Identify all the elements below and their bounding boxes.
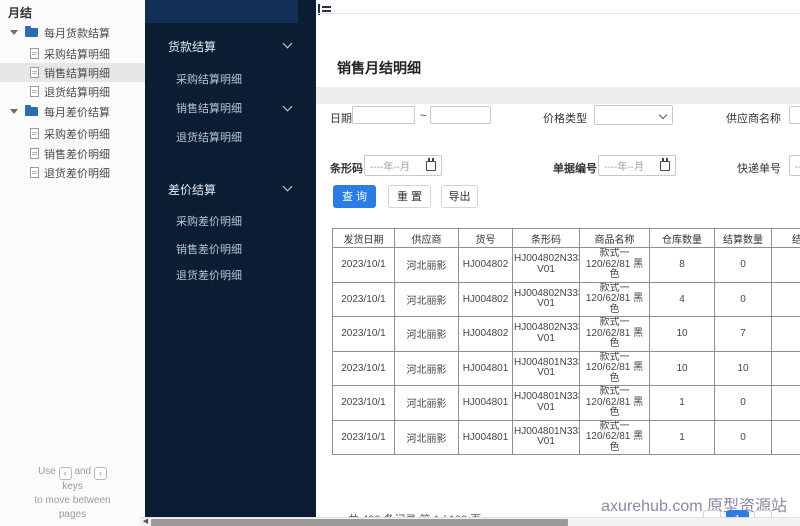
col-product-name: 商品名称 xyxy=(579,228,650,248)
tree-expand-icon[interactable] xyxy=(10,109,18,114)
date-range-separator: ~ xyxy=(420,110,427,122)
topbar-divider xyxy=(316,13,800,14)
document-icon xyxy=(30,67,39,78)
table-row[interactable]: 2023/10/1 河北丽影 HJ004801 HJ004801N333 V01 … xyxy=(332,350,800,386)
tree-item-label: 退货差价明细 xyxy=(44,167,110,180)
date-label: 日期 xyxy=(330,113,352,125)
nav-sidebar: 货款结算 采购结算明细 销售结算明细 退货结算明细 差价结算 采购差价明细 销售… xyxy=(145,0,316,526)
keyboard-navigation-hint: Use ‹ and › keys to move between pages xyxy=(34,466,111,520)
chevron-down-icon xyxy=(658,110,668,120)
col-item-no: 货号 xyxy=(458,228,513,248)
express-no-month-input[interactable]: ----年--月 xyxy=(789,155,800,176)
tree-item-label: 退货结算明细 xyxy=(44,86,110,99)
document-icon xyxy=(30,128,39,139)
table-row[interactable]: 2023/10/1 河北丽影 HJ004802 HJ004802N333 V01 … xyxy=(332,281,800,317)
date-to-input[interactable] xyxy=(430,106,491,124)
tree-item-label: 每月差价结算 xyxy=(44,106,110,119)
nav-item-purchase-settlement-detail[interactable]: 采购结算明细 xyxy=(176,71,242,87)
table-row[interactable]: 2023/10/1 河北丽影 HJ004802 HJ004802N333 V01 … xyxy=(332,247,800,283)
tree-item-return-price-diff-detail[interactable]: 退货差价明细 xyxy=(0,163,145,182)
supplier-name-input[interactable] xyxy=(789,106,800,124)
tree-title: 月结 xyxy=(8,6,33,20)
nav-item-return-settlement-detail[interactable]: 退货结算明细 xyxy=(176,129,242,145)
tree-item-label: 采购结算明细 xyxy=(44,48,110,61)
tree-item-monthly-price-diff-settlement[interactable]: 每月差价结算 xyxy=(0,102,145,121)
scroll-left-arrow-icon[interactable]: ◀ xyxy=(141,518,150,526)
supplier-name-label: 供应商名称 xyxy=(726,113,781,125)
tree-item-label: 销售差价明细 xyxy=(44,148,110,161)
barcode-label: 条形码 xyxy=(330,163,363,175)
tree-expand-icon[interactable] xyxy=(10,30,18,35)
horizontal-scrollbar[interactable]: ◀ xyxy=(140,517,800,526)
col-settle-qty: 结算数量 xyxy=(714,228,772,248)
table-row[interactable]: 2023/10/1 河北丽影 HJ004802 HJ004802N333 V01 … xyxy=(332,316,800,352)
table-row[interactable]: 2023/10/1 河北丽影 HJ004801 HJ004801N333 V01 … xyxy=(332,385,800,421)
collapse-menu-icon[interactable] xyxy=(318,2,332,20)
document-icon xyxy=(30,48,39,59)
table-row[interactable]: 2023/10/1 河北丽影 HJ004801 HJ004801N333 V01 … xyxy=(332,419,800,455)
next-key-icon: › xyxy=(93,467,107,480)
chevron-down-icon[interactable] xyxy=(284,103,291,110)
page-title: 销售月结明细 xyxy=(337,60,421,76)
col-ship-date: 发货日期 xyxy=(332,228,395,248)
tree-item-label: 销售结算明细 xyxy=(44,67,110,80)
price-type-select[interactable] xyxy=(594,105,673,125)
folder-icon xyxy=(25,26,38,37)
document-icon xyxy=(30,148,39,159)
settlement-table: 发货日期 供应商 货号 条形码 商品名称 仓库数量 结算数量 结算 2023/1… xyxy=(332,228,800,455)
nav-item-sales-price-diff-detail[interactable]: 销售差价明细 xyxy=(176,241,242,257)
tree-item-label: 每月货款结算 xyxy=(44,27,110,40)
main-content: 销售月结明细 日期 ~ 价格类型 供应商名称 条形码 ----年--月 单据编号… xyxy=(316,0,800,526)
page-tree-panel: 月结 每月货款结算 采购结算明细 销售结算明细 退货结算明细 每月差价结算 采购… xyxy=(0,0,145,526)
col-supplier: 供应商 xyxy=(394,228,459,248)
query-button[interactable]: 查 询 xyxy=(333,185,376,208)
nav-group-payment-settlement[interactable]: 货款结算 xyxy=(168,38,216,55)
tree-item-purchase-price-diff-detail[interactable]: 采购差价明细 xyxy=(0,124,145,143)
doc-no-month-input[interactable]: ----年--月 xyxy=(598,155,676,176)
calendar-icon[interactable] xyxy=(660,158,670,171)
calendar-icon[interactable] xyxy=(426,158,436,171)
col-settle-cut: 结算 xyxy=(771,228,800,248)
tree-item-sales-price-diff-detail[interactable]: 销售差价明细 xyxy=(0,144,145,163)
tree-item-monthly-payment-settlement[interactable]: 每月货款结算 xyxy=(0,23,145,42)
doc-no-label: 单据编号 xyxy=(553,163,597,175)
tree-item-label: 采购差价明细 xyxy=(44,128,110,141)
scrollbar-thumb[interactable] xyxy=(151,519,568,526)
document-icon xyxy=(30,167,39,178)
filter-panel-strip xyxy=(316,87,800,104)
nav-item-sales-settlement-detail[interactable]: 销售结算明细 xyxy=(176,100,242,116)
chevron-down-icon[interactable] xyxy=(284,183,291,190)
col-barcode: 条形码 xyxy=(512,228,580,248)
nav-group-price-diff-settlement[interactable]: 差价结算 xyxy=(168,181,216,198)
chevron-down-icon[interactable] xyxy=(284,40,291,47)
tree-item-purchase-settlement-detail[interactable]: 采购结算明细 xyxy=(0,44,145,63)
col-warehouse-qty: 仓库数量 xyxy=(649,228,715,248)
table-header-row: 发货日期 供应商 货号 条形码 商品名称 仓库数量 结算数量 结算 xyxy=(332,228,800,248)
nav-item-purchase-price-diff-detail[interactable]: 采购差价明细 xyxy=(176,213,242,229)
date-from-input[interactable] xyxy=(352,106,415,124)
app-window: 月结 每月货款结算 采购结算明细 销售结算明细 退货结算明细 每月差价结算 采购… xyxy=(0,0,800,526)
price-type-label: 价格类型 xyxy=(543,113,587,125)
export-button[interactable]: 导出 xyxy=(441,185,478,208)
reset-button[interactable]: 重 置 xyxy=(388,185,431,208)
tree-item-sales-settlement-detail[interactable]: 销售结算明细 xyxy=(0,63,145,82)
sidebar-header-block xyxy=(145,0,298,23)
document-icon xyxy=(30,86,39,97)
barcode-month-input[interactable]: ----年--月 xyxy=(364,155,442,176)
nav-item-return-price-diff-detail[interactable]: 退货差价明细 xyxy=(176,267,242,283)
prev-key-icon: ‹ xyxy=(58,467,72,480)
tree-item-return-settlement-detail[interactable]: 退货结算明细 xyxy=(0,82,145,101)
folder-icon xyxy=(25,105,38,116)
express-no-label: 快递单号 xyxy=(737,163,781,175)
